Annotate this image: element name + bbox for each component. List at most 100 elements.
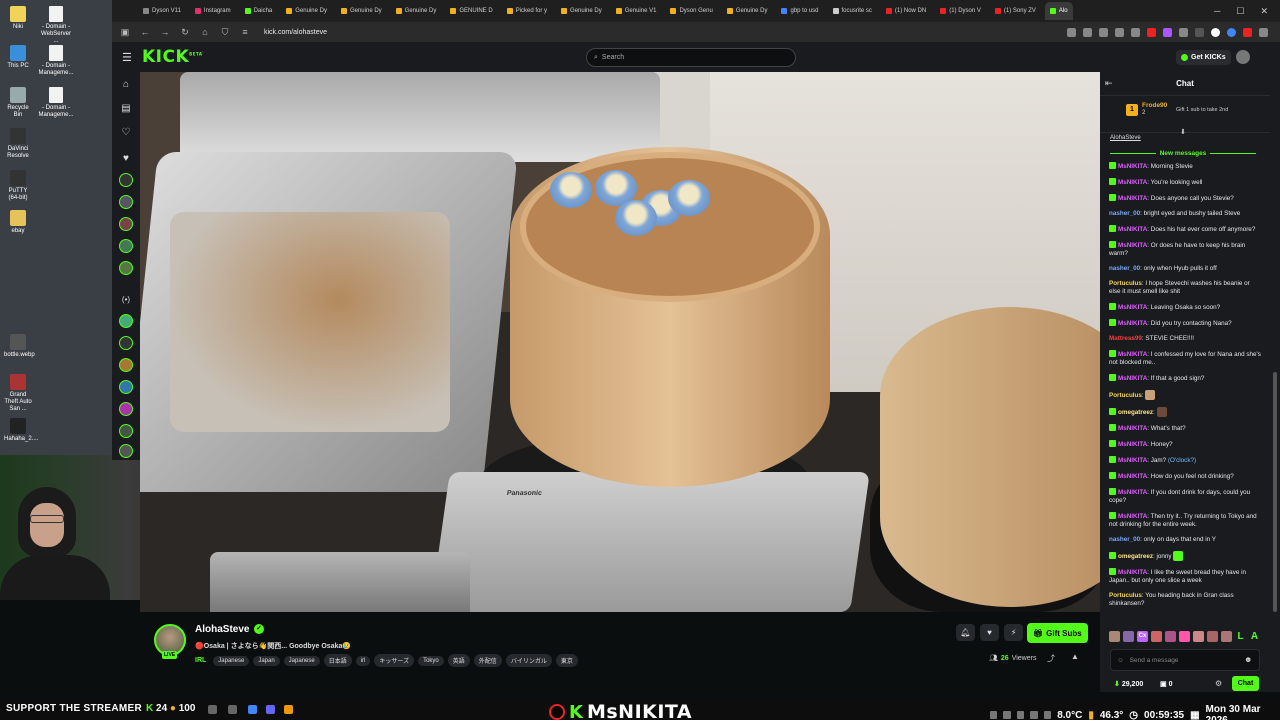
emoji-picker-icon[interactable]: ☻ [1244,655,1252,664]
stream-tag[interactable]: Japanese [213,655,250,666]
chat-username[interactable]: MsNIKITA [1118,375,1147,382]
sidebar-channel-avatar[interactable] [119,402,133,416]
chat-message[interactable]: MsNIKITA: Does his hat ever come off any… [1109,225,1261,234]
profile-icon[interactable] [1211,27,1220,37]
chat-username[interactable]: MsNIKITA [1118,569,1147,576]
back-icon[interactable]: ← [140,27,150,37]
extension-purple-icon[interactable] [1163,27,1172,37]
browser-tab[interactable]: Picked for y [502,2,552,20]
browser-tab[interactable]: Genuine Dy [722,2,773,20]
tray-icon[interactable] [990,711,998,719]
chat-username[interactable]: MsNIKITA [1118,441,1147,448]
hamburger-menu-icon[interactable]: ☰ [122,51,132,64]
home-icon[interactable]: ⌂ [200,27,210,37]
gift-subs-button[interactable]: 🎁︎ Gift Subs [1027,623,1088,643]
video-player[interactable]: Panasonic [140,72,1100,612]
chat-message[interactable]: MsNIKITA: How do you feel not drinking? [1109,472,1261,481]
screenshot-icon[interactable] [1067,27,1076,37]
pinned-target[interactable]: AlohaSteve [1110,135,1141,141]
chat-message[interactable]: MsNIKITA: Did you try contacting Nana? [1109,319,1261,328]
sidebar-channel-avatar[interactable] [119,424,133,438]
menu-icon[interactable] [1259,27,1268,37]
url-field[interactable]: kick.com/alohasteve [264,29,327,36]
chat-username[interactable]: Portuculus [1109,392,1142,399]
emote-a-icon[interactable]: A [1249,631,1260,642]
chat-username[interactable]: MsNIKITA [1118,489,1147,496]
sidebar-channel-avatar[interactable] [119,217,133,231]
browser-tab[interactable]: Dyson V11 [138,2,186,20]
chat-username[interactable]: MsNIKITA [1118,320,1147,327]
desktop-icon[interactable]: Grand Theft Auto San ... [4,374,32,413]
desktop-icon[interactable]: - Domain - Manageme... [38,45,74,77]
sidebar-channel-avatar[interactable] [119,314,133,328]
forward-icon[interactable]: → [160,27,170,37]
chat-message[interactable]: MsNIKITA: I like the sweet bread they ha… [1109,568,1261,585]
browser-tab[interactable]: gbp to usd [776,2,823,20]
chat-message[interactable]: MsNIKITA: You're looking well [1109,178,1261,187]
chat-username[interactable]: MsNIKITA [1118,179,1147,186]
browser-tab[interactable]: Genuine Dy [336,2,387,20]
chat-username[interactable]: MsNIKITA [1118,195,1147,202]
stream-category[interactable]: IRL [195,657,206,664]
chat-username[interactable]: MsNIKITA [1118,473,1147,480]
new-messages-divider[interactable]: New messages [1110,150,1256,157]
browser-tab[interactable]: Genuine Dy [391,2,442,20]
get-kicks-button[interactable]: Get KICKs [1176,50,1231,65]
tray-icon[interactable] [1003,711,1011,719]
sidebar-channel-avatar[interactable] [119,336,133,350]
follow-heart-icon[interactable]: ♥ [980,624,999,641]
emote-icon[interactable] [1123,631,1134,642]
chat-message[interactable]: MsNIKITA: Does anyone call you Stevie? [1109,194,1261,203]
browser-tab[interactable]: Genuine V1 [611,2,662,20]
chat-username[interactable]: Portuculus [1109,592,1142,599]
stream-tag[interactable]: 英語 [447,654,470,667]
desktop-icon[interactable]: - Domain - Manageme... [38,87,74,119]
chat-username[interactable]: MsNIKITA [1118,351,1147,358]
stream-tag[interactable]: 東京 [555,654,578,667]
recommended-icon[interactable]: (•) [119,293,133,307]
browser-tab[interactable]: Genuine Dy [281,2,332,20]
stream-tag[interactable]: 日本語 [323,654,352,667]
search-input[interactable]: ⌕ Search [586,48,796,67]
sidebar-channel-avatar[interactable] [119,358,133,372]
scrollbar-thumb[interactable] [1273,372,1277,612]
chat-message[interactable]: MsNIKITA: Jam? (O'clock?) [1109,456,1261,465]
sidebar-channel-avatar[interactable] [119,173,133,187]
chat-username[interactable]: nasher_00 [1109,210,1140,217]
chat-message[interactable]: Portuculus: [1109,390,1261,400]
user-avatar[interactable] [1236,50,1250,64]
chat-message[interactable]: nasher_00: only when Hyub pulls it off [1109,265,1261,273]
taskbar-app-icon[interactable] [248,705,257,714]
desktop-icon[interactable]: bottle.webp [4,334,35,359]
chat-settings-icon[interactable]: ⚙ [1215,679,1222,688]
emote-icon[interactable] [1109,631,1120,642]
browse-icon[interactable]: ▤ [119,102,133,116]
followed-heart-icon[interactable]: ♥ [119,152,133,166]
tray-icon[interactable] [1016,711,1025,719]
desktop-icon[interactable]: - Domain - WebServer ... [38,6,74,45]
emote-icon[interactable] [1179,631,1190,642]
chat-message[interactable]: omegatreez: [1109,407,1261,417]
taskbar-app-icon[interactable] [228,705,237,714]
browser-tab[interactable]: Alo [1044,2,1073,20]
chat-send-button[interactable]: Chat [1232,676,1259,691]
desktop-icon[interactable]: DaVinci Resolve [4,128,32,160]
browser-tab[interactable]: (1) Now DN [881,2,931,20]
bookmark-icon[interactable] [1099,27,1108,37]
chat-message[interactable]: MsNIKITA: If that a good sign? [1109,374,1261,383]
chat-message[interactable]: MsNIKITA: If you dont drink for days, co… [1109,488,1261,505]
download-icon[interactable] [1115,27,1124,37]
minimize-icon[interactable]: ─ [1214,6,1220,17]
taskbar-app-icon[interactable] [284,705,293,714]
chat-message-input[interactable]: ☺ Send a message [1110,649,1260,671]
browser-tab[interactable]: Daicha [240,2,278,20]
chat-message[interactable]: Portuculus: You heading back in Gran cla… [1109,592,1261,608]
extension-icon[interactable] [1195,27,1204,37]
reload-icon[interactable]: ↻ [180,27,190,38]
kick-logo[interactable]: KICKBETA [142,47,202,67]
browser-tab[interactable]: GENUINE D [445,2,497,20]
chat-message[interactable]: omegatreez: jonny [1109,551,1261,561]
streamer-name[interactable]: AlohaSteve [195,624,249,635]
emote-icon[interactable] [1151,631,1162,642]
chat-message[interactable]: MsNIKITA: Then try it.. Try returning to… [1109,512,1261,529]
